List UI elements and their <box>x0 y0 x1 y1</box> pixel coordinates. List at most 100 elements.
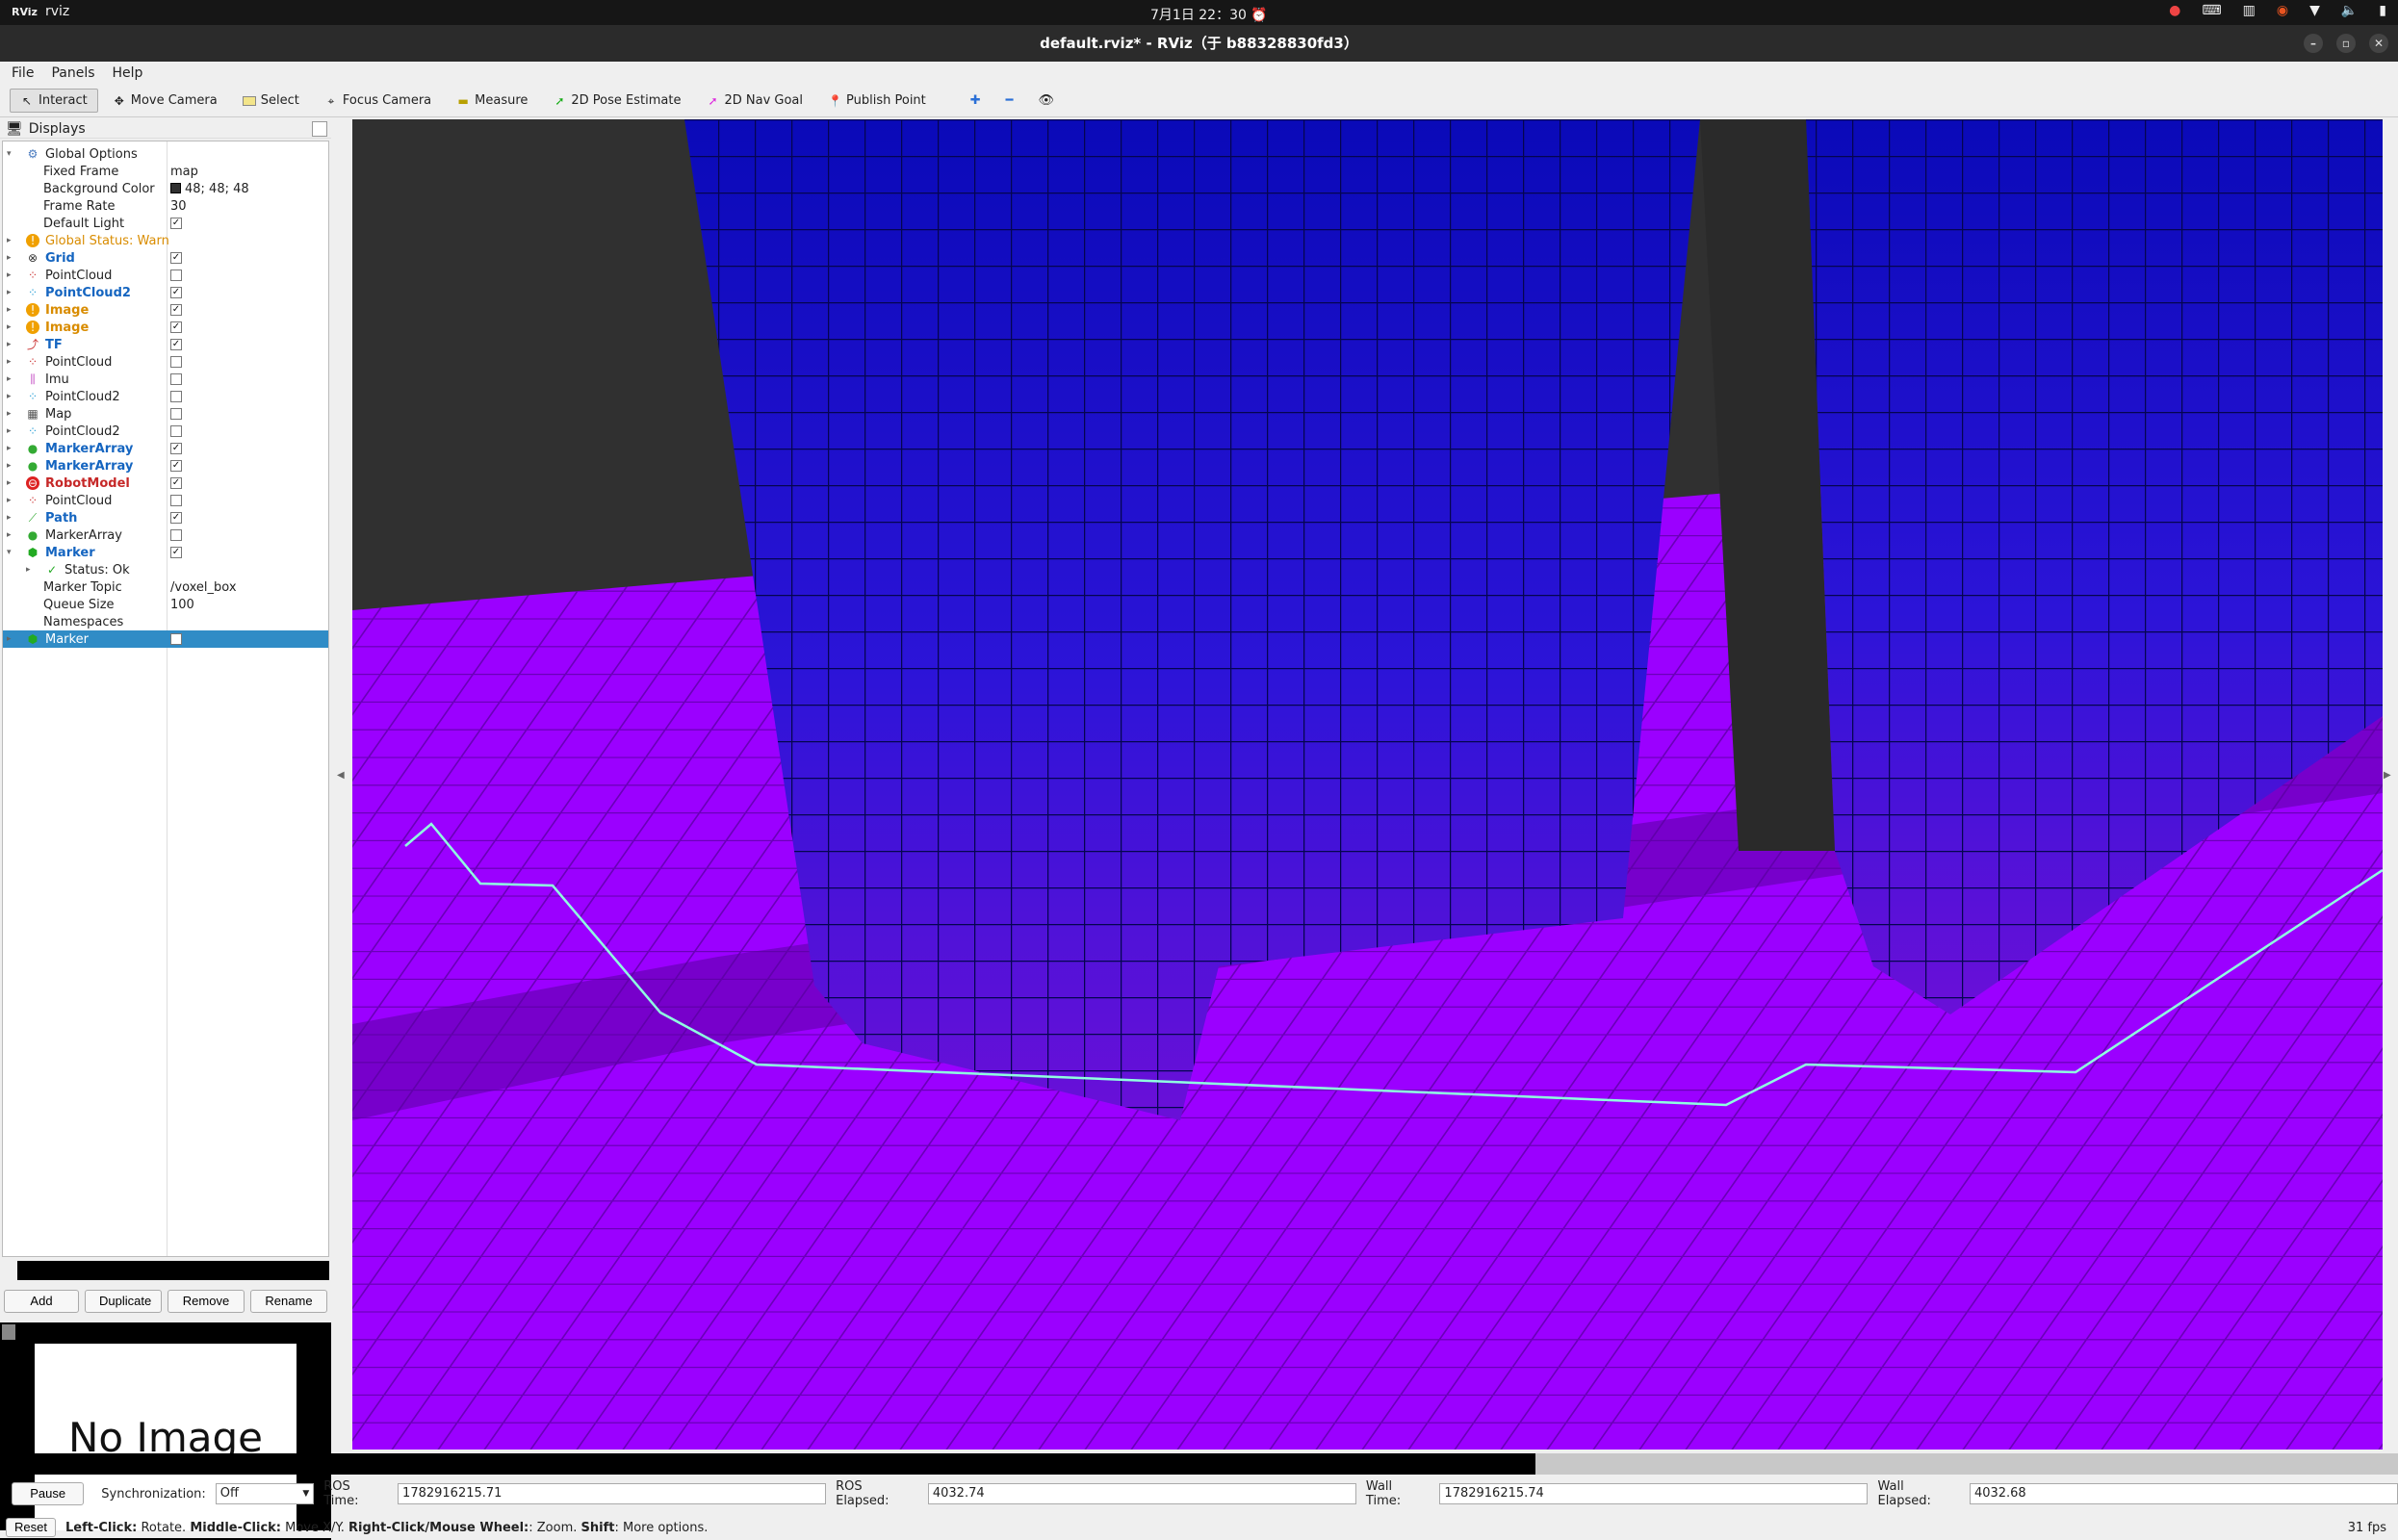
expand-right-icon[interactable]: ▸ <box>7 444 16 453</box>
remove-button[interactable]: Remove <box>168 1290 245 1313</box>
display-row-background-color[interactable]: Background Color 48; 48; 48 <box>3 180 328 197</box>
system-clock[interactable]: 7月1日 22：30 ⏰ <box>1150 5 1268 24</box>
display-tree[interactable]: ▾ ⚙ Global Options Fixed Frame map Background… <box>2 141 329 1257</box>
tool-focus-camera[interactable]: ⌖ Focus Camera <box>314 89 442 113</box>
tool-interact[interactable]: ↖ Interact <box>10 89 98 113</box>
expand-right-icon[interactable]: ▸ <box>7 496 16 505</box>
expand-down-icon[interactable]: ▾ <box>7 548 16 557</box>
wall-elapsed-field[interactable]: 4032.68 <box>1969 1483 2398 1504</box>
enable-checkbox[interactable]: ✓ <box>170 512 182 524</box>
enable-checkbox[interactable]: ✓ <box>170 443 182 454</box>
view-options-icon[interactable]: 👁 <box>1028 89 1066 113</box>
add-tool-icon[interactable]: ✚ <box>960 89 992 113</box>
expand-right-icon[interactable]: ▸ <box>26 565 36 575</box>
remove-tool-icon[interactable]: ━ <box>995 89 1024 113</box>
network-monitor-icon[interactable]: ▥ <box>2243 3 2256 18</box>
expand-right-icon[interactable]: ▸ <box>7 461 16 471</box>
display-row-marker-topic[interactable]: Marker Topic/voxel_box <box>3 578 328 596</box>
display-row-value[interactable]: 48; 48; 48 <box>170 182 249 196</box>
add-button[interactable]: Add <box>4 1290 79 1313</box>
display-row-markerarray[interactable]: ▸ ● MarkerArray ✓ <box>3 457 328 475</box>
image-panel-icon[interactable] <box>2 1324 15 1340</box>
display-row-imu[interactable]: ▸ ⫼ Imu <box>3 371 328 388</box>
expand-right-icon[interactable]: ▸ <box>7 305 16 315</box>
ros-elapsed-field[interactable]: 4032.74 <box>927 1483 1356 1504</box>
expand-right-icon[interactable]: ▸ <box>7 513 16 523</box>
time-progress-bar[interactable] <box>0 1453 2398 1475</box>
display-row-path[interactable]: ▸ ⟋ Path ✓ <box>3 509 328 526</box>
enable-checkbox[interactable]: ✓ <box>170 547 182 558</box>
color-swatch[interactable] <box>170 182 181 193</box>
enable-checkbox[interactable] <box>170 356 182 368</box>
volume-icon[interactable]: 🔈 <box>2341 3 2358 18</box>
left-dock-handle-icon[interactable]: ◀ <box>337 770 345 781</box>
display-row-pointcloud[interactable]: ▸ ⁘ PointCloud <box>3 353 328 371</box>
display-row-value[interactable]: /voxel_box <box>170 580 237 595</box>
close-icon[interactable]: ✕ <box>2369 34 2388 53</box>
battery-icon[interactable]: ▮ <box>2379 3 2386 18</box>
enable-checkbox[interactable]: ✓ <box>170 252 182 264</box>
voxel-scene[interactable] <box>352 119 2383 1450</box>
display-row-pointcloud2[interactable]: ▸ ⁘ PointCloud2 ✓ <box>3 284 328 301</box>
display-row-grid[interactable]: ▸ ⊗ Grid ✓ <box>3 249 328 267</box>
enable-checkbox[interactable] <box>170 529 182 541</box>
display-row-value[interactable]: 100 <box>170 598 194 612</box>
expand-right-icon[interactable]: ▸ <box>7 253 16 263</box>
tool-publish-point[interactable]: 📍 Publish Point <box>817 89 937 113</box>
system-tray[interactable]: ● ⌨ ▥ ◉ ▼ 🔈 ▮ <box>2169 3 2386 18</box>
display-row-pointcloud2[interactable]: ▸ ⁘ PointCloud2 <box>3 388 328 405</box>
display-row-markerarray[interactable]: ▸ ● MarkerArray <box>3 526 328 544</box>
enable-checkbox[interactable]: ✓ <box>170 304 182 316</box>
expand-right-icon[interactable]: ▸ <box>7 288 16 297</box>
expand-right-icon[interactable]: ▸ <box>7 270 16 280</box>
pause-button[interactable]: Pause <box>12 1482 85 1505</box>
display-row-default-light[interactable]: Default Light ✓ <box>3 215 328 232</box>
expand-right-icon[interactable]: ▸ <box>7 530 16 540</box>
display-row-pointcloud2[interactable]: ▸ ⁘ PointCloud2 <box>3 423 328 440</box>
expand-right-icon[interactable]: ▸ <box>7 634 16 644</box>
3d-viewport[interactable] <box>352 119 2383 1450</box>
enable-checkbox[interactable] <box>170 633 182 645</box>
enable-checkbox[interactable] <box>170 425 182 437</box>
display-row-marker-status[interactable]: ▸ ✓ Status: Ok <box>3 561 328 578</box>
tool-select[interactable]: Select <box>232 89 310 113</box>
keyboard-icon[interactable]: ⌨ <box>2202 3 2221 18</box>
enable-checkbox[interactable]: ✓ <box>170 218 182 229</box>
display-row-markerarray[interactable]: ▸ ● MarkerArray ✓ <box>3 440 328 457</box>
enable-checkbox[interactable]: ✓ <box>170 339 182 350</box>
ubuntu-icon[interactable]: ◉ <box>2277 3 2288 18</box>
enable-checkbox[interactable] <box>170 408 182 420</box>
display-row-fixed-frame[interactable]: Fixed Frame map <box>3 163 328 180</box>
wifi-icon[interactable]: ▼ <box>2309 3 2320 18</box>
ros-time-field[interactable]: 1782916215.71 <box>398 1483 827 1504</box>
enable-checkbox[interactable] <box>170 270 182 281</box>
display-row-namespaces[interactable]: Namespaces <box>3 613 328 630</box>
expand-right-icon[interactable]: ▸ <box>7 426 16 436</box>
tool-measure[interactable]: ▬ Measure <box>446 89 538 113</box>
panel-float-icon[interactable] <box>312 121 327 137</box>
display-row-global-options[interactable]: ▾ ⚙ Global Options <box>3 145 328 163</box>
display-row-robotmodel[interactable]: ▸ ⊖ RobotModel ✓ <box>3 475 328 492</box>
tool-move-camera[interactable]: ✥ Move Camera <box>102 89 228 113</box>
display-row-marker[interactable]: ▸ ⬢ Marker <box>3 630 328 648</box>
display-row-frame-rate[interactable]: Frame Rate 30 <box>3 197 328 215</box>
app-indicator[interactable]: RViz rviz <box>12 4 69 19</box>
enable-checkbox[interactable]: ✓ <box>170 287 182 298</box>
enable-checkbox[interactable] <box>170 495 182 506</box>
display-row-value[interactable]: map <box>170 165 198 179</box>
expand-right-icon[interactable]: ▸ <box>7 236 16 245</box>
minimize-icon[interactable]: – <box>2304 34 2323 53</box>
display-row-pointcloud[interactable]: ▸ ⁘ PointCloud <box>3 492 328 509</box>
display-row-global-status[interactable]: ▸! Global Status: Warn <box>3 232 328 249</box>
expand-right-icon[interactable]: ▸ <box>7 322 16 332</box>
expand-right-icon[interactable]: ▸ <box>7 478 16 488</box>
menu-help[interactable]: Help <box>113 65 143 81</box>
expand-down-icon[interactable]: ▾ <box>7 149 16 159</box>
duplicate-button[interactable]: Duplicate <box>85 1290 162 1313</box>
record-icon[interactable]: ● <box>2169 3 2180 18</box>
right-dock-handle-icon[interactable]: ▶ <box>2384 770 2391 781</box>
sync-select[interactable]: Off ▼ <box>215 1483 315 1504</box>
expand-right-icon[interactable]: ▸ <box>7 340 16 349</box>
maximize-icon[interactable]: ▫ <box>2336 34 2356 53</box>
display-row-image[interactable]: ▸! Image ✓ <box>3 301 328 319</box>
